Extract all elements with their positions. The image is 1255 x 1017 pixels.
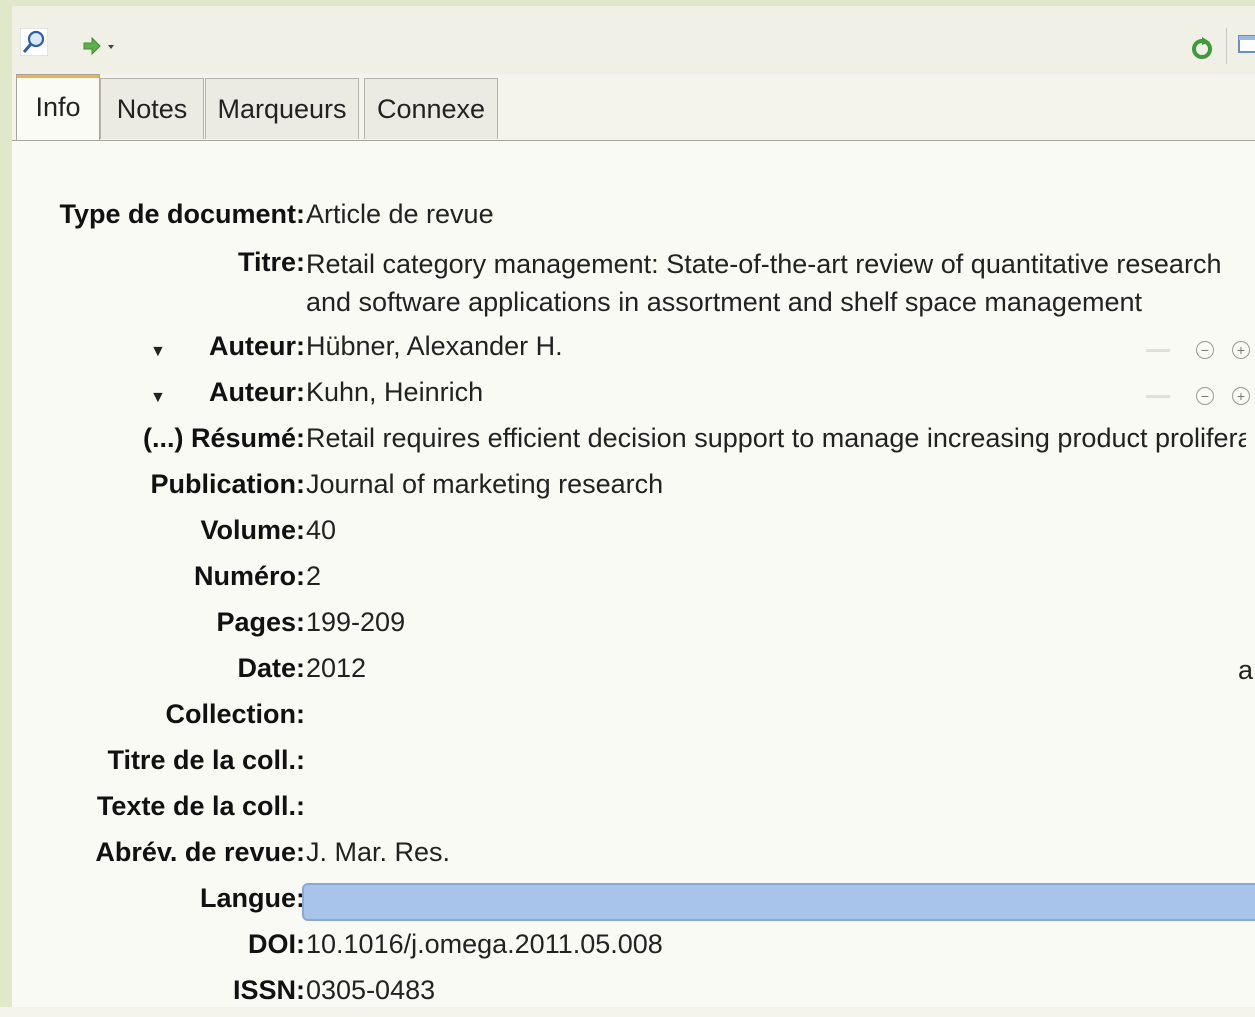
tab-notes[interactable]: Notes	[100, 78, 204, 139]
field-value-auteur[interactable]: Kuhn, Heinrich	[306, 377, 1136, 408]
field-row-titre-coll: Titre de la coll.:	[12, 745, 1255, 787]
forward-arrow-icon[interactable]	[82, 36, 122, 56]
field-value-numero[interactable]: 2	[306, 561, 1246, 592]
field-label: Texte de la coll.:	[96, 791, 305, 821]
field-row-langue: Langue:	[12, 883, 1255, 925]
field-row-volume: Volume: 40	[12, 515, 1255, 557]
field-value-abrev[interactable]: J. Mar. Res.	[306, 837, 1246, 868]
swap-name-icon[interactable]	[1146, 349, 1170, 352]
field-row-issn: ISSN: 0305-0483	[12, 975, 1255, 1017]
field-label: Volume:	[200, 515, 305, 545]
langue-input[interactable]	[302, 883, 1255, 921]
add-author-icon[interactable]: +	[1232, 341, 1250, 359]
field-label: Titre de la coll.:	[107, 745, 305, 775]
add-author-icon[interactable]: +	[1232, 387, 1250, 405]
tab-marqueurs-label: Marqueurs	[217, 93, 347, 124]
refresh-icon[interactable]	[1190, 36, 1214, 60]
side-text: a	[1238, 655, 1254, 685]
field-row-titre: Titre: Retail category management: State…	[12, 247, 1255, 331]
window-frame-left	[0, 0, 12, 1007]
field-value-resume[interactable]: Retail requires efficient decision suppo…	[306, 423, 1246, 454]
toolbar-separator	[1226, 28, 1227, 64]
field-row-date: Date: 2012	[12, 653, 1255, 695]
field-row-numero: Numéro: 2	[12, 561, 1255, 603]
toolbar	[12, 6, 1255, 74]
field-label: Langue:	[200, 883, 305, 913]
field-row-auteur: ▼ Auteur: Hübner, Alexander H. − +	[12, 331, 1255, 373]
info-pane: Type de document: Article de revue Titre…	[12, 141, 1255, 1007]
field-row-type: Type de document: Article de revue	[12, 199, 1255, 241]
tab-marqueurs[interactable]: Marqueurs	[205, 78, 359, 139]
field-label: Auteur:	[209, 331, 305, 361]
field-value-publication[interactable]: Journal of marketing research	[306, 469, 1246, 500]
field-row-pages: Pages: 199-209	[12, 607, 1255, 649]
search-icon[interactable]	[20, 28, 48, 56]
field-row-resume: (...) Résumé: Retail requires efficient …	[12, 423, 1255, 465]
field-value-date[interactable]: 2012	[306, 653, 1186, 684]
field-label: DOI:	[248, 929, 305, 959]
field-row-auteur: ▼ Auteur: Kuhn, Heinrich − +	[12, 377, 1255, 419]
field-label: Numéro:	[193, 561, 305, 591]
tab-info-label: Info	[35, 92, 81, 122]
field-row-collection: Collection:	[12, 699, 1255, 741]
field-value-volume[interactable]: 40	[306, 515, 1246, 546]
field-value-doi[interactable]: 10.1016/j.omega.2011.05.008	[306, 929, 1246, 960]
remove-author-icon[interactable]: −	[1196, 387, 1214, 405]
field-row-texte-coll: Texte de la coll.:	[12, 791, 1255, 833]
field-label: ISSN:	[232, 975, 305, 1005]
window-icon[interactable]	[1238, 34, 1255, 56]
field-label: Pages:	[216, 607, 305, 637]
field-row-doi: DOI: 10.1016/j.omega.2011.05.008	[12, 929, 1255, 971]
field-label: Abrév. de revue:	[95, 837, 305, 867]
tab-notes-label: Notes	[116, 93, 188, 124]
field-value-pages[interactable]: 199-209	[306, 607, 1246, 638]
field-row-publication: Publication: Journal of marketing resear…	[12, 469, 1255, 511]
field-label: Auteur:	[209, 377, 305, 407]
field-value-issn[interactable]: 0305-0483	[306, 975, 1246, 1006]
field-value-type[interactable]: Article de revue	[306, 199, 1246, 230]
tab-connexe-label: Connexe	[376, 93, 486, 124]
field-value-auteur[interactable]: Hübner, Alexander H.	[306, 331, 1136, 362]
field-label: Titre:	[237, 247, 305, 277]
creator-type-dropdown-icon[interactable]: ▼	[150, 343, 166, 361]
field-label: Publication:	[150, 469, 306, 499]
field-row-abrev: Abrév. de revue: J. Mar. Res.	[12, 837, 1255, 879]
tab-info[interactable]: Info	[16, 74, 100, 140]
tab-bar: Info Notes Marqueurs Connexe	[12, 74, 1255, 141]
swap-name-icon[interactable]	[1146, 395, 1170, 398]
tab-connexe[interactable]: Connexe	[364, 78, 498, 139]
creator-type-dropdown-icon[interactable]: ▼	[150, 389, 166, 407]
remove-author-icon[interactable]: −	[1196, 341, 1214, 359]
field-label-resume-toggle[interactable]: (...) Résumé:	[143, 423, 305, 454]
field-label: Date:	[237, 653, 305, 683]
field-value-titre[interactable]: Retail category management: State-of-the…	[306, 245, 1246, 321]
field-label: Type de document:	[59, 199, 305, 229]
active-tab-indicator	[17, 75, 99, 78]
field-label: Collection:	[165, 699, 306, 729]
